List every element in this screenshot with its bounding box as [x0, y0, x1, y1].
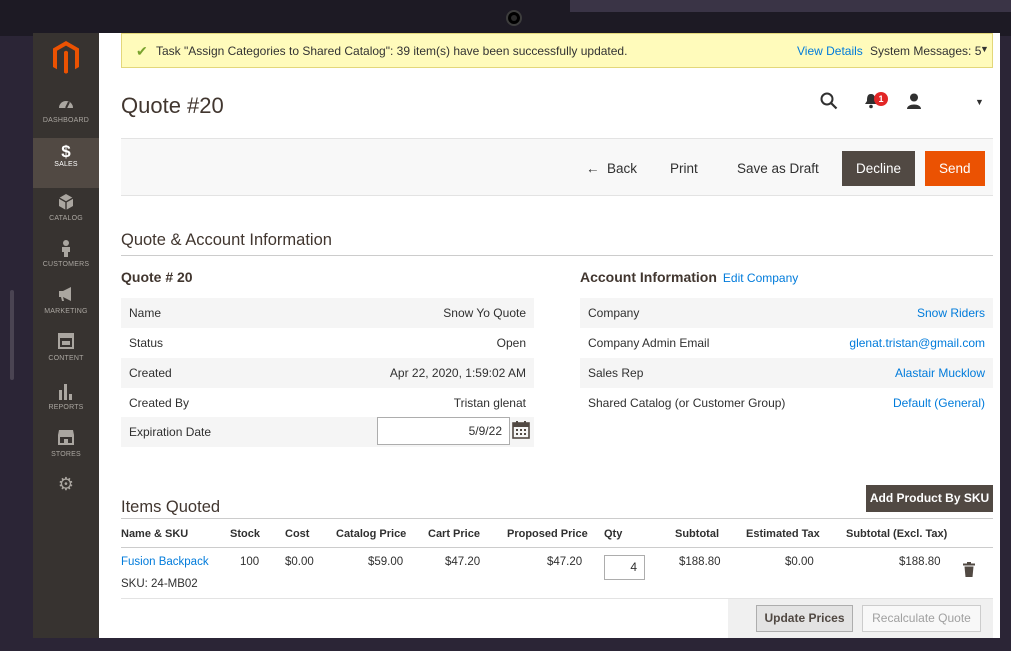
quote-row-status: Status Open: [129, 336, 526, 350]
device-side-button: [10, 290, 14, 380]
column-header: Cost: [285, 528, 310, 540]
stock-value: 100: [240, 556, 260, 568]
sidebar-item-content[interactable]: CONTENT: [33, 333, 99, 381]
decline-button[interactable]: Decline: [842, 151, 916, 186]
company-link[interactable]: Snow Riders: [917, 298, 985, 328]
sidebar-item-reports[interactable]: REPORTS: [33, 382, 99, 430]
camera-icon: [506, 10, 522, 26]
account-info-title: Account Information Edit Company: [580, 269, 799, 285]
send-button[interactable]: Send: [925, 151, 985, 186]
sidebar-item-customers[interactable]: CUSTOMERS: [33, 239, 99, 287]
sidebar-item-stores[interactable]: STORES: [33, 429, 99, 477]
bar-chart-icon: [33, 382, 99, 402]
column-header: Stock: [230, 528, 260, 540]
bezel-highlight: [570, 0, 1011, 12]
print-button[interactable]: Print: [656, 151, 712, 186]
gear-icon: ⚙: [57, 474, 75, 494]
estimated-tax-value: $0.00: [785, 556, 814, 568]
divider: [121, 255, 993, 256]
product-name-link[interactable]: Fusion Backpack: [121, 556, 209, 568]
cost-value: $0.00: [285, 556, 314, 568]
screen: DASHBOARD $ SALES CATALOG CUSTOMERS MARK…: [33, 33, 1000, 638]
notification-badge[interactable]: 1: [874, 92, 888, 106]
megaphone-icon: [33, 286, 99, 306]
admin-email-link[interactable]: glenat.tristan@gmail.com: [849, 328, 985, 358]
save-as-draft-button[interactable]: Save as Draft: [723, 151, 833, 186]
shared-catalog-link[interactable]: Default (General): [893, 388, 985, 418]
update-prices-button[interactable]: Update Prices: [756, 605, 853, 632]
items-quoted-title: Items Quoted: [121, 498, 221, 516]
account-row-admin-email: Company Admin Email glenat.tristan@gmail…: [580, 328, 993, 358]
back-button[interactable]: ← Back: [572, 151, 651, 186]
calendar-icon[interactable]: [512, 421, 530, 439]
person-icon: [33, 239, 99, 259]
sidebar-item-sales[interactable]: $ SALES: [33, 138, 99, 188]
recalculate-quote-button[interactable]: Recalculate Quote: [862, 605, 981, 632]
proposed-price-value: $47.20: [547, 556, 583, 568]
expiration-date-input[interactable]: 5/9/22: [377, 417, 510, 445]
quote-row-name: Name Snow Yo Quote: [121, 298, 534, 328]
account-row-shared-catalog: Shared Catalog (or Customer Group) Defau…: [580, 388, 993, 418]
column-header: Catalog Price: [336, 528, 407, 540]
column-header: Proposed Price: [507, 528, 588, 540]
product-sku: SKU: 24-MB02: [121, 578, 198, 590]
search-icon[interactable]: [820, 92, 838, 115]
storefront-icon: [33, 429, 99, 449]
box-icon: [33, 193, 99, 213]
quote-info-title: Quote # 20: [121, 269, 193, 285]
column-header: Qty: [604, 528, 623, 540]
chevron-down-icon[interactable]: ▼: [975, 97, 984, 107]
page-title: Quote #20: [121, 93, 224, 118]
arrow-left-icon: ←: [586, 161, 608, 176]
system-messages-toggle[interactable]: System Messages: 5: [870, 44, 981, 58]
column-header: Name & SKU: [121, 528, 189, 540]
column-header: Subtotal (Excl. Tax): [846, 528, 948, 540]
sales-rep-link[interactable]: Alastair Mucklow: [895, 358, 985, 388]
quote-row-created: Created Apr 22, 2020, 1:59:02 AM: [121, 358, 534, 388]
page-actions-bar: ← Back Print Save as Draft Decline Send: [121, 138, 993, 196]
section-title: Quote & Account Information: [121, 231, 332, 249]
checkmark-icon: ✔: [136, 43, 148, 59]
sidebar-item-marketing[interactable]: MARKETING: [33, 286, 99, 334]
column-header: Subtotal: [675, 528, 719, 540]
column-header: Estimated Tax: [746, 528, 820, 540]
account-row-company: Company Snow Riders: [580, 298, 993, 328]
sidebar-item-system[interactable]: ⚙: [33, 474, 99, 504]
divider: [121, 518, 993, 519]
cart-price-value: $47.20: [445, 556, 481, 568]
dollar-icon: $: [61, 142, 71, 161]
edit-company-link[interactable]: Edit Company: [723, 271, 798, 285]
subtotal-value: $188.80: [679, 556, 721, 568]
subtotal-excl-tax-value: $188.80: [899, 556, 941, 568]
account-row-sales-rep: Sales Rep Alastair Mucklow: [580, 358, 993, 388]
admin-sidebar: DASHBOARD $ SALES CATALOG CUSTOMERS MARK…: [33, 33, 99, 638]
layout-icon: [33, 333, 99, 353]
quote-row-created-by: Created By Tristan glenat: [129, 396, 526, 410]
view-details-link[interactable]: View Details: [797, 44, 863, 58]
catalog-price-value: $59.00: [368, 556, 404, 568]
column-header: Cart Price: [428, 528, 480, 540]
trash-icon[interactable]: [963, 562, 975, 582]
magento-logo-icon[interactable]: [50, 39, 82, 77]
add-product-by-sku-button[interactable]: Add Product By SKU: [866, 485, 993, 512]
sidebar-item-dashboard[interactable]: DASHBOARD: [33, 95, 99, 143]
system-message-bar: ✔ Task "Assign Categories to Shared Cata…: [121, 33, 993, 68]
dashboard-icon: [33, 95, 99, 115]
chevron-down-icon[interactable]: ▼: [980, 44, 989, 54]
sidebar-item-catalog[interactable]: CATALOG: [33, 193, 99, 241]
divider: [121, 547, 993, 548]
message-text: Task "Assign Categories to Shared Catalo…: [156, 44, 628, 58]
user-icon[interactable]: [905, 93, 923, 114]
quantity-input[interactable]: 4: [604, 555, 645, 580]
